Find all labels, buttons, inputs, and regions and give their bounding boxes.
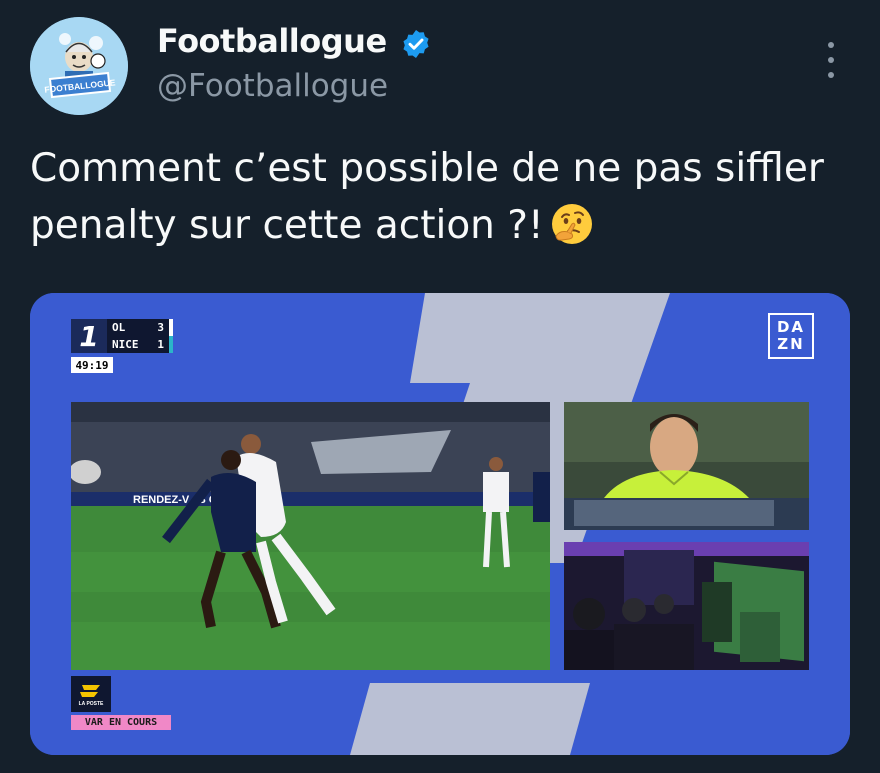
referee-video (564, 402, 809, 530)
la-poste-logo: LA POSTE (71, 676, 111, 712)
home-team: OL (112, 321, 126, 334)
dazn-logo: DA ZN (768, 313, 814, 359)
away-score: 1 (157, 338, 164, 351)
avatar[interactable]: FOOTBALLOGUE (30, 17, 128, 115)
tweet-text: Comment c’est possible de ne pas siffler… (30, 140, 860, 254)
more-options-icon[interactable] (816, 40, 846, 80)
home-score: 3 (157, 321, 164, 334)
scoreboard: 1 OL 3 NICE 1 49:19 (71, 319, 177, 375)
league-logo: 1 (71, 319, 107, 353)
away-team: NICE (112, 338, 139, 351)
handle[interactable]: @Footballogue (157, 68, 388, 104)
main-match-video: RENDEZ-V JS OR.FR (71, 402, 550, 670)
tweet-body: Comment c’est possible de ne pas siffler… (30, 146, 824, 248)
var-status-badge: VAR EN COURS (71, 715, 171, 730)
var-room-video (564, 542, 809, 670)
thinking-face-emoji-icon (550, 202, 594, 246)
dazn-line-1: DA (776, 318, 806, 336)
home-team-row: OL 3 (107, 319, 173, 336)
verified-badge-icon (400, 28, 432, 60)
dazn-line-2: ZN (777, 335, 805, 353)
display-name[interactable]: Footballogue (157, 22, 387, 60)
media-image[interactable]: 1 OL 3 NICE 1 49:19 DA ZN RENDEZ-V JS OR… (30, 293, 850, 755)
away-team-row: NICE 1 (107, 336, 173, 353)
la-poste-text: LA POSTE (79, 701, 104, 707)
match-clock: 49:19 (71, 357, 113, 373)
